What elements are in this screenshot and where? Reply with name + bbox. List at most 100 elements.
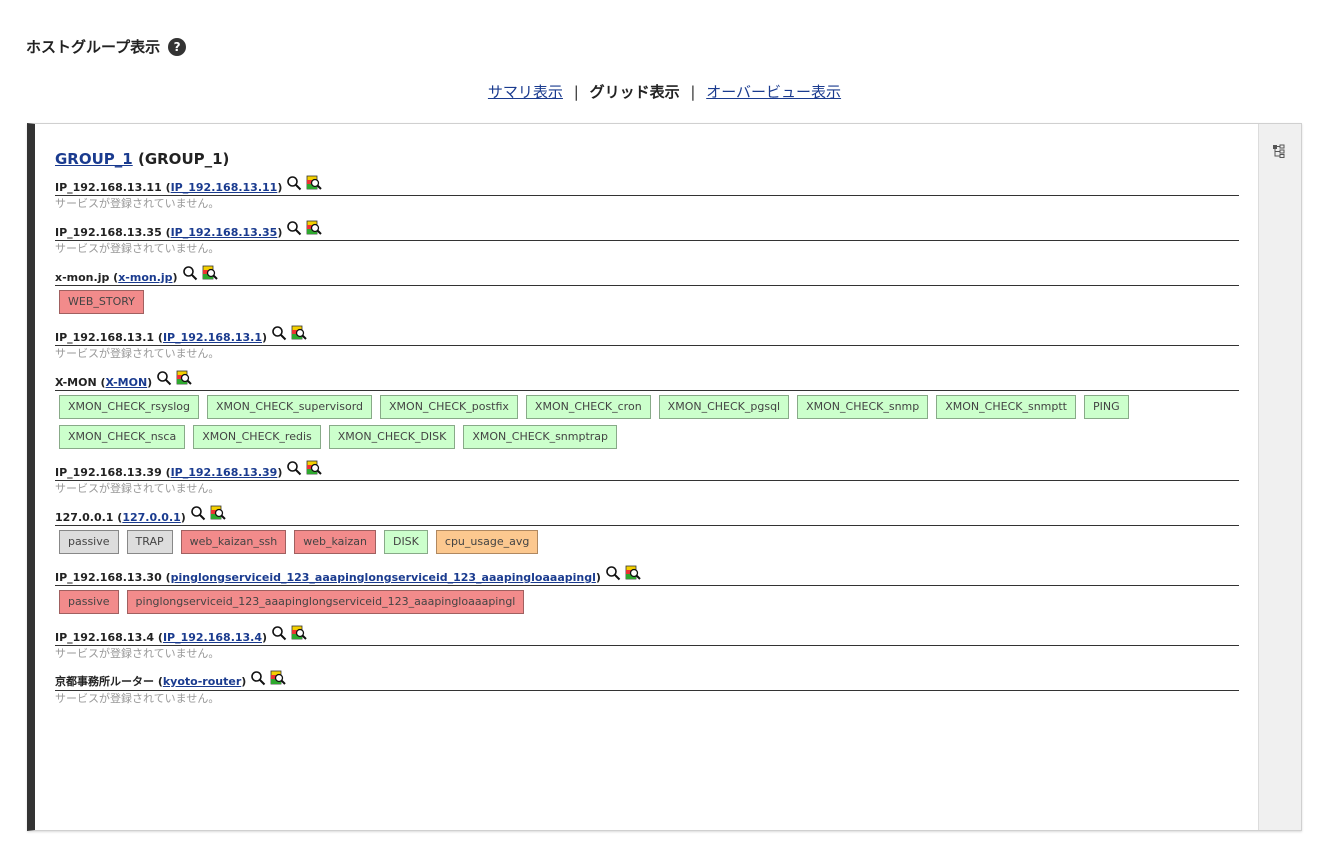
host-link[interactable]: IP_192.168.13.39 — [171, 466, 278, 479]
service-badge[interactable]: cpu_usage_avg — [435, 530, 539, 554]
host-link[interactable]: kyoto-router — [163, 675, 241, 688]
service-badge[interactable]: web_kaizan — [294, 530, 376, 554]
no-service-message: サービスが登録されていません。 — [55, 482, 220, 495]
host-detail-icon[interactable] — [306, 175, 323, 191]
host-name: IP_192.168.13.4 (IP_192.168.13.4) — [55, 631, 268, 644]
magnifier-icon[interactable] — [182, 265, 198, 281]
host-block: IP_192.168.13.11 (IP_192.168.13.11) サービスが… — [55, 175, 1239, 211]
host-detail-icon[interactable] — [202, 265, 218, 281]
page-title: ホストグループ表示 ? — [26, 36, 187, 57]
host-header: 京都事務所ルーター (kyoto-router) — [55, 670, 1239, 691]
host-header: IP_192.168.13.11 (IP_192.168.13.11) — [55, 175, 1239, 196]
host-header: IP_192.168.13.35 (IP_192.168.13.35) — [55, 220, 1239, 241]
service-badge[interactable]: XMON_CHECK_redis — [193, 425, 321, 449]
magnifier-icon[interactable] — [271, 325, 287, 341]
host-detail-icon[interactable] — [270, 670, 286, 686]
group-link[interactable]: GROUP_1 — [55, 150, 133, 168]
host-link[interactable]: pinglongserviceid_123_aaapinglongservice… — [171, 571, 596, 584]
host-header: X-MON (X-MON) — [55, 370, 1239, 391]
service-badge[interactable]: XMON_CHECK_postfix — [380, 395, 518, 419]
host-name: 京都事務所ルーター (kyoto-router) — [55, 675, 247, 688]
side-rail — [1258, 124, 1301, 830]
host-link[interactable]: 127.0.0.1 — [122, 511, 180, 524]
service-badge[interactable]: XMON_CHECK_snmptt — [936, 395, 1076, 419]
service-badge[interactable]: DISK — [383, 530, 428, 554]
service-badge[interactable]: passive — [59, 530, 119, 554]
host-name: IP_192.168.13.11 (IP_192.168.13.11) — [55, 181, 283, 194]
service-badge[interactable]: XMON_CHECK_nsca — [59, 425, 186, 449]
group-title: GROUP_1 (GROUP_1) — [55, 150, 1239, 168]
magnifier-icon[interactable] — [190, 505, 206, 521]
tab-separator: | — [573, 83, 579, 101]
magnifier-icon[interactable] — [286, 460, 302, 476]
host-header: IP_192.168.13.1 (IP_192.168.13.1) — [55, 325, 1239, 346]
host-detail-icon[interactable] — [291, 325, 307, 341]
host-name: 127.0.0.1 (127.0.0.1) — [55, 511, 186, 524]
service-badge[interactable]: web_kaizan_ssh — [180, 530, 287, 554]
magnifier-icon[interactable] — [286, 175, 302, 191]
host-block: 京都事務所ルーター (kyoto-router) サービスが登録されていません。 — [55, 670, 1239, 706]
service-badge[interactable]: XMON_CHECK_DISK — [328, 425, 456, 449]
service-badge[interactable]: XMON_CHECK_supervisord — [206, 395, 373, 419]
host-link[interactable]: IP_192.168.13.4 — [163, 631, 262, 644]
service-grid: passive TRAP web_kaizan_ssh web_kaizan DISK c… — [55, 526, 1239, 556]
service-badge[interactable]: XMON_CHECK_snmp — [797, 395, 929, 419]
host-detail-icon[interactable] — [625, 565, 641, 581]
host-header: IP_192.168.13.30 (pinglongserviceid_123_… — [55, 565, 1239, 586]
no-service-message: サービスが登録されていません。 — [55, 347, 220, 360]
host-detail-icon[interactable] — [306, 220, 323, 236]
no-service-message: サービスが登録されていません。 — [55, 692, 220, 705]
tree-view-icon[interactable] — [1272, 144, 1286, 158]
host-list: IP_192.168.13.11 (IP_192.168.13.11) サービスが… — [55, 175, 1239, 706]
hostgroup-content: GROUP_1 (GROUP_1) IP_192.168.13.11 (IP_1… — [55, 150, 1239, 716]
host-detail-icon[interactable] — [306, 460, 323, 476]
host-link[interactable]: IP_192.168.13.35 — [171, 226, 278, 239]
host-link[interactable]: IP_192.168.13.11 — [171, 181, 278, 194]
service-badge[interactable]: XMON_CHECK_snmptrap — [463, 425, 618, 449]
page-title-text: ホストグループ表示 — [26, 38, 161, 56]
host-block: x-mon.jp (x-mon.jp) WEB_STORY — [55, 265, 1239, 316]
host-header: IP_192.168.13.39 (IP_192.168.13.39) — [55, 460, 1239, 481]
host-block: IP_192.168.13.35 (IP_192.168.13.35) サービスが… — [55, 220, 1239, 256]
host-block: IP_192.168.13.1 (IP_192.168.13.1) サービスが登録… — [55, 325, 1239, 361]
host-block: X-MON (X-MON) XMON_CHECK_rsyslog XMON_CHEC… — [55, 370, 1239, 451]
no-service-message: サービスが登録されていません。 — [55, 242, 220, 255]
host-link[interactable]: X-MON — [106, 376, 148, 389]
tab-overview[interactable]: オーバービュー表示 — [706, 83, 841, 101]
host-detail-icon[interactable] — [210, 505, 226, 521]
host-header: x-mon.jp (x-mon.jp) — [55, 265, 1239, 286]
service-badge[interactable]: pinglongserviceid_123_aaapinglongservice… — [126, 590, 525, 614]
group-alias: (GROUP_1) — [137, 150, 230, 168]
service-grid: passive pinglongserviceid_123_aaapinglong… — [55, 586, 1239, 616]
host-name: IP_192.168.13.39 (IP_192.168.13.39) — [55, 466, 283, 479]
view-tabs: サマリ表示 | グリッド表示 | オーバービュー表示 — [0, 81, 1329, 102]
service-badge[interactable]: XMON_CHECK_cron — [525, 395, 651, 419]
magnifier-icon[interactable] — [250, 670, 266, 686]
service-badge[interactable]: passive — [59, 590, 119, 614]
tab-summary[interactable]: サマリ表示 — [488, 83, 563, 101]
host-link[interactable]: x-mon.jp — [118, 271, 172, 284]
service-grid: WEB_STORY — [55, 286, 1239, 316]
service-badge[interactable]: XMON_CHECK_rsyslog — [59, 395, 199, 419]
host-block: 127.0.0.1 (127.0.0.1) passive TRAP web_kaiz… — [55, 505, 1239, 556]
host-name: IP_192.168.13.30 (pinglongserviceid_123_… — [55, 571, 601, 584]
service-badge[interactable]: TRAP — [126, 530, 173, 554]
host-header: 127.0.0.1 (127.0.0.1) — [55, 505, 1239, 526]
host-detail-icon[interactable] — [176, 370, 192, 386]
host-name: IP_192.168.13.1 (IP_192.168.13.1) — [55, 331, 268, 344]
magnifier-icon[interactable] — [605, 565, 621, 581]
magnifier-icon[interactable] — [286, 220, 302, 236]
service-badge[interactable]: WEB_STORY — [59, 290, 144, 314]
host-name: IP_192.168.13.35 (IP_192.168.13.35) — [55, 226, 283, 239]
service-badge[interactable]: PING — [1084, 395, 1129, 419]
hostgroup-panel: GROUP_1 (GROUP_1) IP_192.168.13.11 (IP_1… — [27, 123, 1302, 831]
host-block: IP_192.168.13.30 (pinglongserviceid_123_… — [55, 565, 1239, 616]
service-badge[interactable]: XMON_CHECK_pgsql — [658, 395, 790, 419]
host-link[interactable]: IP_192.168.13.1 — [163, 331, 262, 344]
magnifier-icon[interactable] — [156, 370, 172, 386]
host-detail-icon[interactable] — [291, 625, 307, 641]
host-block: IP_192.168.13.39 (IP_192.168.13.39) サービスが… — [55, 460, 1239, 496]
service-grid: XMON_CHECK_rsyslog XMON_CHECK_supervisord… — [55, 391, 1239, 451]
magnifier-icon[interactable] — [271, 625, 287, 641]
help-icon[interactable]: ? — [168, 37, 187, 56]
